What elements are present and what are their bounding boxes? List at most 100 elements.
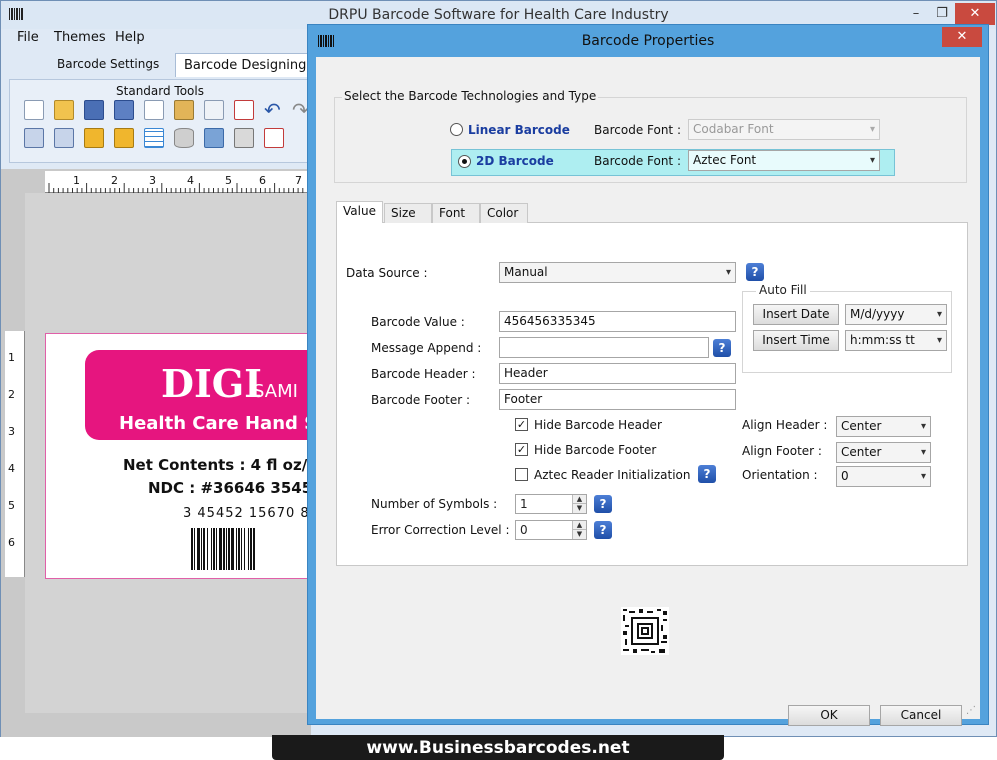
num-symbols-value: 1 <box>520 497 528 511</box>
send-back-icon[interactable] <box>54 128 74 148</box>
spin-down-icon[interactable]: ▼ <box>572 504 586 513</box>
menu-help[interactable]: Help <box>115 30 145 45</box>
hide-header-checkbox[interactable]: ✓ <box>515 418 528 431</box>
align-header-select[interactable]: Center ▾ <box>836 416 931 437</box>
window-title: DRPU Barcode Software for Health Care In… <box>328 7 669 23</box>
print-icon[interactable] <box>234 128 254 148</box>
menu-file[interactable]: File <box>17 30 39 45</box>
linear-barcode-radio[interactable] <box>450 123 463 136</box>
error-correction-label: Error Correction Level : <box>371 523 510 537</box>
help-icon[interactable]: ? <box>594 521 612 539</box>
chevron-down-icon: ▾ <box>869 155 875 166</box>
message-append-input[interactable] <box>499 337 709 358</box>
brand-tagline: Health Care Hand Sa <box>119 413 330 434</box>
close-button[interactable]: ✕ <box>955 3 995 25</box>
tab-barcode-settings[interactable]: Barcode Settings <box>49 53 167 77</box>
unlock-icon[interactable] <box>114 128 134 148</box>
grid-icon[interactable] <box>144 128 164 148</box>
barcode-header-input[interactable]: Header <box>499 363 736 384</box>
align-footer-value: Center <box>841 445 882 459</box>
watermark-bar: www.Businessbarcodes.net <box>272 735 724 760</box>
2d-font-value: Aztec Font <box>693 153 757 167</box>
cancel-button[interactable]: Cancel <box>880 705 962 726</box>
standard-tools-panel: Standard Tools ↶ ↷ <box>9 79 309 163</box>
2d-font-select[interactable]: Aztec Font ▾ <box>688 150 880 171</box>
2d-barcode-label[interactable]: 2D Barcode <box>476 154 554 168</box>
hide-footer-label: Hide Barcode Footer <box>534 443 657 457</box>
save-icon[interactable] <box>84 100 104 120</box>
spin-up-icon[interactable]: ▲ <box>572 495 586 504</box>
date-format-value: M/d/yyyy <box>850 307 905 321</box>
delete-icon[interactable] <box>234 100 254 120</box>
main-tabs: Barcode Settings Barcode Designing V <box>1 53 331 77</box>
insert-time-button[interactable]: Insert Time <box>753 330 839 351</box>
spin-up-icon[interactable]: ▲ <box>572 521 586 530</box>
ruler-v-tick: 1 <box>8 351 15 364</box>
bring-front-icon[interactable] <box>24 128 44 148</box>
ruler-v-tick: 4 <box>8 462 15 475</box>
linear-barcode-label[interactable]: Linear Barcode <box>468 123 570 137</box>
save-as-icon[interactable] <box>114 100 134 120</box>
tab-color[interactable]: Color <box>480 203 528 223</box>
new-icon[interactable] <box>24 100 44 120</box>
brand-secondary: SAMI <box>253 381 298 402</box>
open-icon[interactable] <box>54 100 74 120</box>
align-footer-select[interactable]: Center ▾ <box>836 442 931 463</box>
linear-font-select[interactable]: Codabar Font ▾ <box>688 119 880 140</box>
orientation-select[interactable]: 0 ▾ <box>836 466 931 487</box>
align-header-label: Align Header : <box>742 418 828 432</box>
tab-value[interactable]: Value <box>336 201 383 223</box>
date-format-select[interactable]: M/d/yyyy ▾ <box>845 304 947 325</box>
ndc-text: NDC : #36646 354545 <box>148 479 334 497</box>
resize-grip-icon[interactable]: ⋰ <box>966 705 976 716</box>
data-source-select[interactable]: Manual ▾ <box>499 262 736 283</box>
lock-icon[interactable] <box>84 128 104 148</box>
dialog-close-button[interactable]: ✕ <box>942 27 982 47</box>
data-source-value: Manual <box>504 265 548 279</box>
tab-font[interactable]: Font <box>432 203 480 223</box>
cut-icon[interactable] <box>204 100 224 120</box>
help-icon[interactable]: ? <box>746 263 764 281</box>
image-icon[interactable] <box>204 128 224 148</box>
chevron-down-icon: ▾ <box>920 471 926 482</box>
tab-size[interactable]: Size <box>384 203 432 223</box>
num-symbols-stepper[interactable]: 1 ▲ ▼ <box>515 494 587 514</box>
copy-icon[interactable] <box>144 100 164 120</box>
paste-icon[interactable] <box>174 100 194 120</box>
chevron-down-icon: ▾ <box>869 124 875 135</box>
technology-group-title: Select the Barcode Technologies and Type <box>342 89 599 103</box>
time-format-select[interactable]: h:mm:ss tt ▾ <box>845 330 947 351</box>
ruler-v-tick: 6 <box>8 536 15 549</box>
ok-button[interactable]: OK <box>788 705 870 726</box>
barcode-header-label: Barcode Header : <box>371 367 476 381</box>
chevron-down-icon: ▾ <box>920 421 926 432</box>
ruler-v-tick: 3 <box>8 425 15 438</box>
time-format-value: h:mm:ss tt <box>850 333 915 347</box>
vertical-ruler: 1 2 3 4 5 6 <box>5 331 25 577</box>
help-icon[interactable]: ? <box>594 495 612 513</box>
export-icon[interactable] <box>264 128 284 148</box>
spin-down-icon[interactable]: ▼ <box>572 530 586 539</box>
tab-barcode-designing[interactable]: Barcode Designing V <box>175 53 329 77</box>
aztec-reader-checkbox[interactable] <box>515 468 528 481</box>
help-icon[interactable]: ? <box>698 465 716 483</box>
2d-barcode-radio[interactable] <box>458 155 471 168</box>
barcode-digits: 3 45452 15670 8 <box>183 506 310 521</box>
align-footer-label: Align Footer : <box>742 444 822 458</box>
help-icon[interactable]: ? <box>713 339 731 357</box>
error-correction-stepper[interactable]: 0 ▲ ▼ <box>515 520 587 540</box>
num-symbols-label: Number of Symbols : <box>371 497 498 511</box>
barcode-footer-input[interactable]: Footer <box>499 389 736 410</box>
barcode-value-input[interactable]: 456456335345 <box>499 311 736 332</box>
maximize-button[interactable]: ❐ <box>927 3 957 25</box>
chevron-down-icon: ▾ <box>725 267 731 278</box>
insert-date-button[interactable]: Insert Date <box>753 304 839 325</box>
aztec-barcode-preview <box>621 607 669 658</box>
watermark-text: www.Businessbarcodes.net <box>366 738 630 758</box>
orientation-value: 0 <box>841 469 849 483</box>
database-icon[interactable] <box>174 128 194 148</box>
error-correction-value: 0 <box>520 523 528 537</box>
menu-themes[interactable]: Themes <box>54 30 106 45</box>
undo-icon[interactable]: ↶ <box>264 98 281 122</box>
hide-footer-checkbox[interactable]: ✓ <box>515 443 528 456</box>
